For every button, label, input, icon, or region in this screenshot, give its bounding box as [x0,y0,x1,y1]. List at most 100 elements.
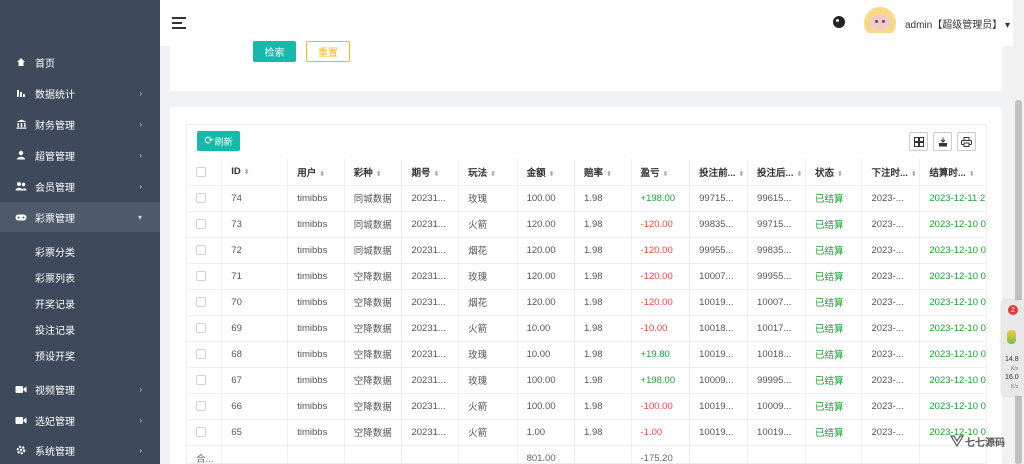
sort-icon[interactable]: ⬍ [490,171,496,178]
table-row[interactable]: 71 timibbs 空降数据 20231... 玫瑰 120.00 1.98 -120.00… [187,263,987,290]
table-cell: 2023-... [861,367,921,394]
export-icon[interactable] [933,132,952,151]
column-header[interactable]: 彩种 ⬍ [344,159,403,186]
nav-item-system[interactable]: 系统管理 › [0,435,160,464]
nav-label: 超管管理 [35,151,75,163]
table-row[interactable]: 67 timibbs 空降数据 20231... 玫瑰 100.00 1.98 +198.00… [187,367,987,394]
table-cell: 100.00 [517,367,576,394]
reset-button[interactable]: 重置 [306,41,350,62]
column-header[interactable]: 下注时... ⬍ [861,159,921,186]
column-header[interactable]: 投注后... ⬍ [747,159,806,186]
table-cell: 已结算 [805,419,863,446]
sort-icon[interactable]: ⬍ [969,171,975,178]
row-checkbox[interactable] [187,185,223,212]
sort-icon[interactable]: ⬍ [663,171,669,178]
column-header[interactable]: 结算时... ⬍ [919,159,987,186]
nav-item-home[interactable]: 首页 [0,47,160,77]
sort-icon[interactable]: ⬍ [244,169,250,176]
table-cell: -120.00 [631,211,691,238]
table-cell: 99995... [747,367,806,394]
table-row[interactable]: 69 timibbs 空降数据 20231... 火箭 10.00 1.98 -10.00 10… [187,315,987,342]
row-checkbox[interactable] [187,237,223,264]
nav-item-concubine[interactable]: 选妃管理 › [0,405,160,435]
row-checkbox[interactable] [187,419,223,446]
table-row[interactable]: 73 timibbs 同城数据 20231... 火箭 120.00 1.98 -120.00… [187,211,987,238]
menu-toggle-icon[interactable] [172,17,186,29]
table-row[interactable]: 65 timibbs 空降数据 20231... 火箭 1.00 1.98 -1.00 1001… [187,419,987,446]
table-row[interactable]: 72 timibbs 同城数据 20231... 烟花 120.00 1.98 -120.00… [187,237,987,264]
sort-icon[interactable]: ⬍ [434,171,440,178]
nav-item-stats[interactable]: 数据统计 › [0,78,160,108]
row-checkbox[interactable] [187,393,223,420]
table-cell: 空降数据 [344,341,403,368]
submenu-bet-records[interactable]: 投注记录 [0,316,160,342]
table-row[interactable]: 66 timibbs 空降数据 20231... 火箭 100.00 1.98 -100.00… [187,393,987,420]
sort-icon[interactable]: ⬍ [837,171,843,178]
row-checkbox[interactable] [187,341,223,368]
row-checkbox[interactable] [187,367,223,394]
submenu-lottery-list[interactable]: 彩票列表 [0,264,160,290]
column-header[interactable]: 投注前... ⬍ [689,159,749,186]
submenu-draw-records[interactable]: 开奖记录 [0,290,160,316]
table-cell: 火箭 [458,419,518,446]
column-header[interactable]: 盈亏 ⬍ [631,159,691,186]
row-checkbox[interactable] [187,263,223,290]
table-cell: timibbs [287,341,345,368]
column-header[interactable]: 玩法 ⬍ [458,159,518,186]
sort-icon[interactable]: ⬍ [911,171,917,178]
row-checkbox[interactable] [187,315,223,342]
row-checkbox[interactable] [187,211,223,238]
download-speed: 16.0 [1005,374,1019,381]
column-header[interactable]: ID ⬍ [221,159,289,186]
submenu-preset-draw[interactable]: 预设开奖 [0,342,160,368]
table-cell: 玫瑰 [458,185,518,212]
total-cell [287,445,345,464]
row-checkbox[interactable] [187,289,223,316]
nav-item-video[interactable]: 视频管理 › [0,374,160,404]
user-menu[interactable]: admin【超级管理员】 ▾ [905,16,1010,31]
sort-icon[interactable]: ⬍ [796,171,802,178]
refresh-button[interactable]: ⟳ 刷新 [197,131,240,151]
table-row[interactable]: 70 timibbs 空降数据 20231... 烟花 120.00 1.98 -120.00… [187,289,987,316]
table-row[interactable]: 74 timibbs 同城数据 20231... 玫瑰 100.00 1.98 +198.00… [187,185,987,212]
sort-icon[interactable]: ⬍ [376,171,382,178]
table-cell: 74 [221,185,289,212]
column-header[interactable]: 用户 ⬍ [287,159,345,186]
nav-item-finance[interactable]: 财务管理 › [0,109,160,139]
bar-chart-icon [14,88,28,98]
network-speed-widget[interactable]: 2 14.8 K/s 16.0 K/s [1001,300,1024,396]
column-header[interactable]: 赔率 ⬍ [574,159,632,186]
table-cell: 已结算 [805,315,863,342]
column-header[interactable]: 金额 ⬍ [517,159,576,186]
select-all-checkbox[interactable] [187,159,223,186]
print-icon[interactable] [957,132,976,151]
theme-palette-icon[interactable] [833,16,845,28]
user-icon [14,150,28,160]
nav-item-lottery[interactable]: 彩票管理 ▾ [0,202,160,232]
search-button[interactable]: 检索 [253,41,296,62]
widget-icon [1007,330,1016,344]
table-cell: 99835... [689,211,749,238]
submenu-lottery-category[interactable]: 彩票分类 [0,238,160,264]
table-cell: 玫瑰 [458,263,518,290]
sort-icon[interactable]: ⬍ [739,171,745,178]
sort-icon[interactable]: ⬍ [319,171,325,178]
table-cell: 2023-12-10 0 [919,367,987,394]
sort-icon[interactable]: ⬍ [549,171,555,178]
table-row[interactable]: 68 timibbs 空降数据 20231... 玫瑰 10.00 1.98 +19.80 10… [187,341,987,368]
scrollbar-thumb[interactable] [1015,100,1022,464]
table-cell: 已结算 [805,393,863,420]
refresh-label: 刷新 [214,136,233,147]
nav-label: 财务管理 [35,120,75,132]
column-header[interactable]: 状态 ⬍ [805,159,863,186]
column-header[interactable]: 期号 ⬍ [401,159,460,186]
table-cell: 20231... [401,185,460,212]
table-cell: 空降数据 [344,393,403,420]
bank-icon [14,119,28,129]
sort-icon[interactable]: ⬍ [606,171,612,178]
nav-item-members[interactable]: 会员管理 › [0,171,160,201]
nav-item-admin[interactable]: 超管管理 › [0,140,160,170]
submenu-label: 预设开奖 [35,351,75,363]
columns-filter-icon[interactable] [909,132,928,151]
table-cell: 2023-... [861,419,921,446]
